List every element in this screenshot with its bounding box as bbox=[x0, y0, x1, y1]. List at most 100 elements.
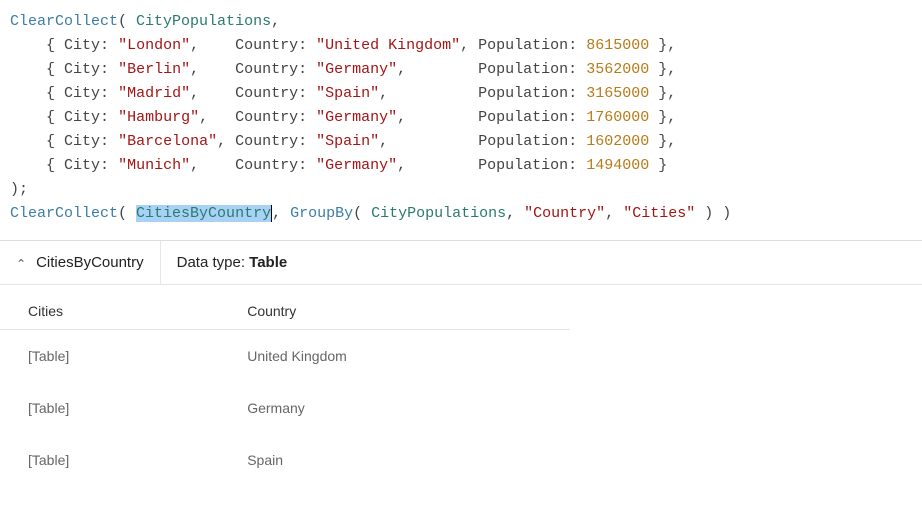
cell-cities[interactable]: [Table] bbox=[0, 382, 219, 434]
brace-open: { bbox=[46, 37, 64, 54]
colon: : bbox=[568, 109, 586, 126]
brace-close: }, bbox=[649, 37, 676, 54]
value-country: "Germany" bbox=[316, 61, 397, 78]
colon: : bbox=[568, 85, 586, 102]
brace-open: { bbox=[46, 133, 64, 150]
key-country: Country bbox=[235, 85, 298, 102]
code-line: ); bbox=[10, 178, 912, 202]
pad: , bbox=[379, 85, 478, 102]
table-row[interactable]: [Table]Germany bbox=[0, 382, 570, 434]
datatype-label: Data type: bbox=[177, 254, 250, 271]
identifier-citypopulations: CityPopulations bbox=[371, 205, 506, 222]
colon: : bbox=[298, 85, 316, 102]
colon: : bbox=[298, 37, 316, 54]
code-line: { City: "Berlin", Country: "Germany", Po… bbox=[10, 58, 912, 82]
table-row[interactable]: [Table]Spain bbox=[0, 434, 570, 486]
cell-country: United Kingdom bbox=[219, 330, 570, 382]
pad: , bbox=[397, 61, 478, 78]
table-row[interactable]: [Table]United Kingdom bbox=[0, 330, 570, 382]
key-country: Country bbox=[235, 109, 298, 126]
string-country: "Country" bbox=[524, 205, 605, 222]
value-country: "United Kingdom" bbox=[316, 37, 460, 54]
key-city: City bbox=[64, 157, 100, 174]
cell-country: Germany bbox=[219, 382, 570, 434]
key-city: City bbox=[64, 61, 100, 78]
indent bbox=[10, 85, 46, 102]
function-groupby: GroupBy bbox=[290, 205, 353, 222]
key-city: City bbox=[64, 109, 100, 126]
comma: , bbox=[271, 13, 280, 30]
key-country: Country bbox=[235, 133, 298, 150]
paren-open: ( bbox=[353, 205, 371, 222]
value-population: 1494000 bbox=[586, 157, 649, 174]
brace-open: { bbox=[46, 61, 64, 78]
value-city: "Munich" bbox=[118, 157, 190, 174]
result-header-left[interactable]: ⌄ CitiesByCountry bbox=[0, 241, 161, 284]
result-header: ⌄ CitiesByCountry Data type: Table bbox=[0, 241, 922, 285]
key-population: Population bbox=[478, 157, 568, 174]
cell-country: Spain bbox=[219, 434, 570, 486]
pad: , bbox=[397, 109, 478, 126]
value-city: "Hamburg" bbox=[118, 109, 199, 126]
pad: , bbox=[217, 133, 235, 150]
value-country: "Spain" bbox=[316, 85, 379, 102]
column-header-cities[interactable]: Cities bbox=[0, 293, 219, 330]
value-population: 1602000 bbox=[586, 133, 649, 150]
colon: : bbox=[100, 37, 118, 54]
colon: : bbox=[100, 157, 118, 174]
key-country: Country bbox=[235, 37, 298, 54]
key-city: City bbox=[64, 37, 100, 54]
pad: , bbox=[190, 37, 235, 54]
code-line: ClearCollect( CitiesByCountry, GroupBy( … bbox=[10, 202, 912, 226]
key-population: Population bbox=[478, 61, 568, 78]
key-population: Population bbox=[478, 109, 568, 126]
chevron-up-icon: ⌄ bbox=[16, 256, 26, 270]
code-line: { City: "Munich", Country: "Germany", Po… bbox=[10, 154, 912, 178]
key-population: Population bbox=[478, 37, 568, 54]
indent bbox=[10, 37, 46, 54]
brace-close: }, bbox=[649, 61, 676, 78]
indent bbox=[10, 157, 46, 174]
cell-cities[interactable]: [Table] bbox=[0, 330, 219, 382]
value-population: 8615000 bbox=[586, 37, 649, 54]
result-table-area: Cities Country [Table]United Kingdom[Tab… bbox=[0, 285, 922, 486]
pad: , bbox=[190, 61, 235, 78]
indent bbox=[10, 61, 46, 78]
formula-editor[interactable]: ClearCollect( CityPopulations, { City: "… bbox=[0, 0, 922, 241]
datatype-value: Table bbox=[249, 254, 287, 271]
value-country: "Germany" bbox=[316, 157, 397, 174]
identifier-citiesbycountry-selected[interactable]: CitiesByCountry bbox=[136, 205, 272, 222]
pad: , bbox=[190, 85, 235, 102]
brace-open: { bbox=[46, 85, 64, 102]
key-country: Country bbox=[235, 157, 298, 174]
code-line: { City: "London", Country: "United Kingd… bbox=[10, 34, 912, 58]
result-title: CitiesByCountry bbox=[36, 254, 144, 271]
result-table: Cities Country [Table]United Kingdom[Tab… bbox=[0, 293, 570, 486]
value-city: "Berlin" bbox=[118, 61, 190, 78]
brace-close: }, bbox=[649, 109, 676, 126]
table-header-row: Cities Country bbox=[0, 293, 570, 330]
colon: : bbox=[568, 37, 586, 54]
brace-open: { bbox=[46, 157, 64, 174]
indent bbox=[10, 133, 46, 150]
pad: , bbox=[460, 37, 478, 54]
colon: : bbox=[568, 157, 586, 174]
colon: : bbox=[100, 85, 118, 102]
key-population: Population bbox=[478, 85, 568, 102]
colon: : bbox=[298, 157, 316, 174]
value-city: "London" bbox=[118, 37, 190, 54]
value-country: "Spain" bbox=[316, 133, 379, 150]
code-line: { City: "Hamburg", Country: "Germany", P… bbox=[10, 106, 912, 130]
comma: , bbox=[272, 205, 290, 222]
function-clearcollect: ClearCollect bbox=[10, 205, 118, 222]
cell-cities[interactable]: [Table] bbox=[0, 434, 219, 486]
paren-open: ( bbox=[118, 13, 136, 30]
pad: , bbox=[190, 157, 235, 174]
colon: : bbox=[100, 109, 118, 126]
brace-close: }, bbox=[649, 133, 676, 150]
value-city: "Barcelona" bbox=[118, 133, 217, 150]
column-header-country[interactable]: Country bbox=[219, 293, 570, 330]
paren-open: ( bbox=[118, 205, 136, 222]
colon: : bbox=[298, 109, 316, 126]
indent bbox=[10, 109, 46, 126]
